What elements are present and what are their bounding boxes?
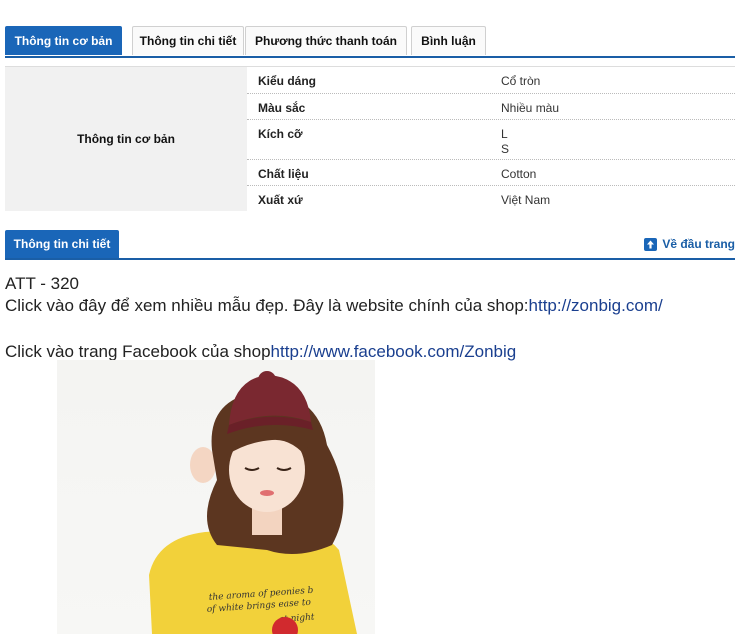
info-value: Cổ tròn (501, 74, 541, 88)
facebook-link[interactable]: http://www.facebook.com/Zonbig (271, 342, 517, 361)
tab-comments[interactable]: Bình luận (411, 26, 486, 55)
info-row-style: Kiểu dáng Cổ tròn (247, 67, 735, 94)
info-row-size: Kích cỡ L S (247, 120, 735, 160)
arrow-up-icon (644, 237, 658, 251)
website-text: Click vào đây để xem nhiều mẫu đẹp. Đây … (5, 296, 529, 315)
product-code: ATT - 320 (5, 274, 80, 293)
info-value: L S (501, 127, 509, 157)
facebook-text: Click vào trang Facebook của shop (5, 342, 271, 361)
website-line: Click vào đây để xem nhiều mẫu đẹp. Đây … (5, 294, 663, 317)
info-key: Màu sắc (258, 101, 306, 115)
details-section-header: Thông tin chi tiết Về đầu trang (5, 230, 735, 260)
tab-details-section[interactable]: Thông tin chi tiết (5, 230, 119, 258)
info-key: Kiểu dáng (258, 74, 317, 88)
tab-payment-method[interactable]: Phương thức thanh toán (245, 26, 407, 55)
size-option: L (501, 127, 508, 141)
back-to-top-link[interactable]: Về đầu trang (644, 237, 735, 251)
info-row-material: Chất liệu Cotton (247, 160, 735, 186)
model-illustration: the aroma of peonies b of white brings e… (149, 371, 357, 634)
size-option: S (501, 142, 510, 156)
tab-basic-info[interactable]: Thông tin cơ bản (5, 26, 122, 55)
info-row-color: Màu sắc Nhiều màu (247, 94, 735, 120)
product-photo: the aroma of peonies b of white brings e… (57, 360, 375, 634)
info-key: Chất liệu (258, 167, 309, 181)
info-row-origin: Xuất xứ Việt Nam (247, 186, 735, 211)
tab-detail-info[interactable]: Thông tin chi tiết (132, 26, 244, 55)
info-key: Kích cỡ (258, 127, 303, 141)
basic-info-heading: Thông tin cơ bản (5, 67, 247, 211)
info-value: Cotton (501, 167, 537, 181)
back-to-top-label: Về đầu trang (662, 237, 735, 251)
basic-info-table: Thông tin cơ bản Kiểu dáng Cổ tròn Màu s… (5, 66, 735, 211)
website-link[interactable]: http://zonbig.com/ (529, 296, 663, 315)
info-value: Việt Nam (501, 193, 551, 207)
info-key: Xuất xứ (258, 193, 303, 207)
product-tabs: Thông tin cơ bản Thông tin chi tiết Phươ… (5, 26, 735, 58)
info-value: Nhiều màu (501, 101, 560, 115)
